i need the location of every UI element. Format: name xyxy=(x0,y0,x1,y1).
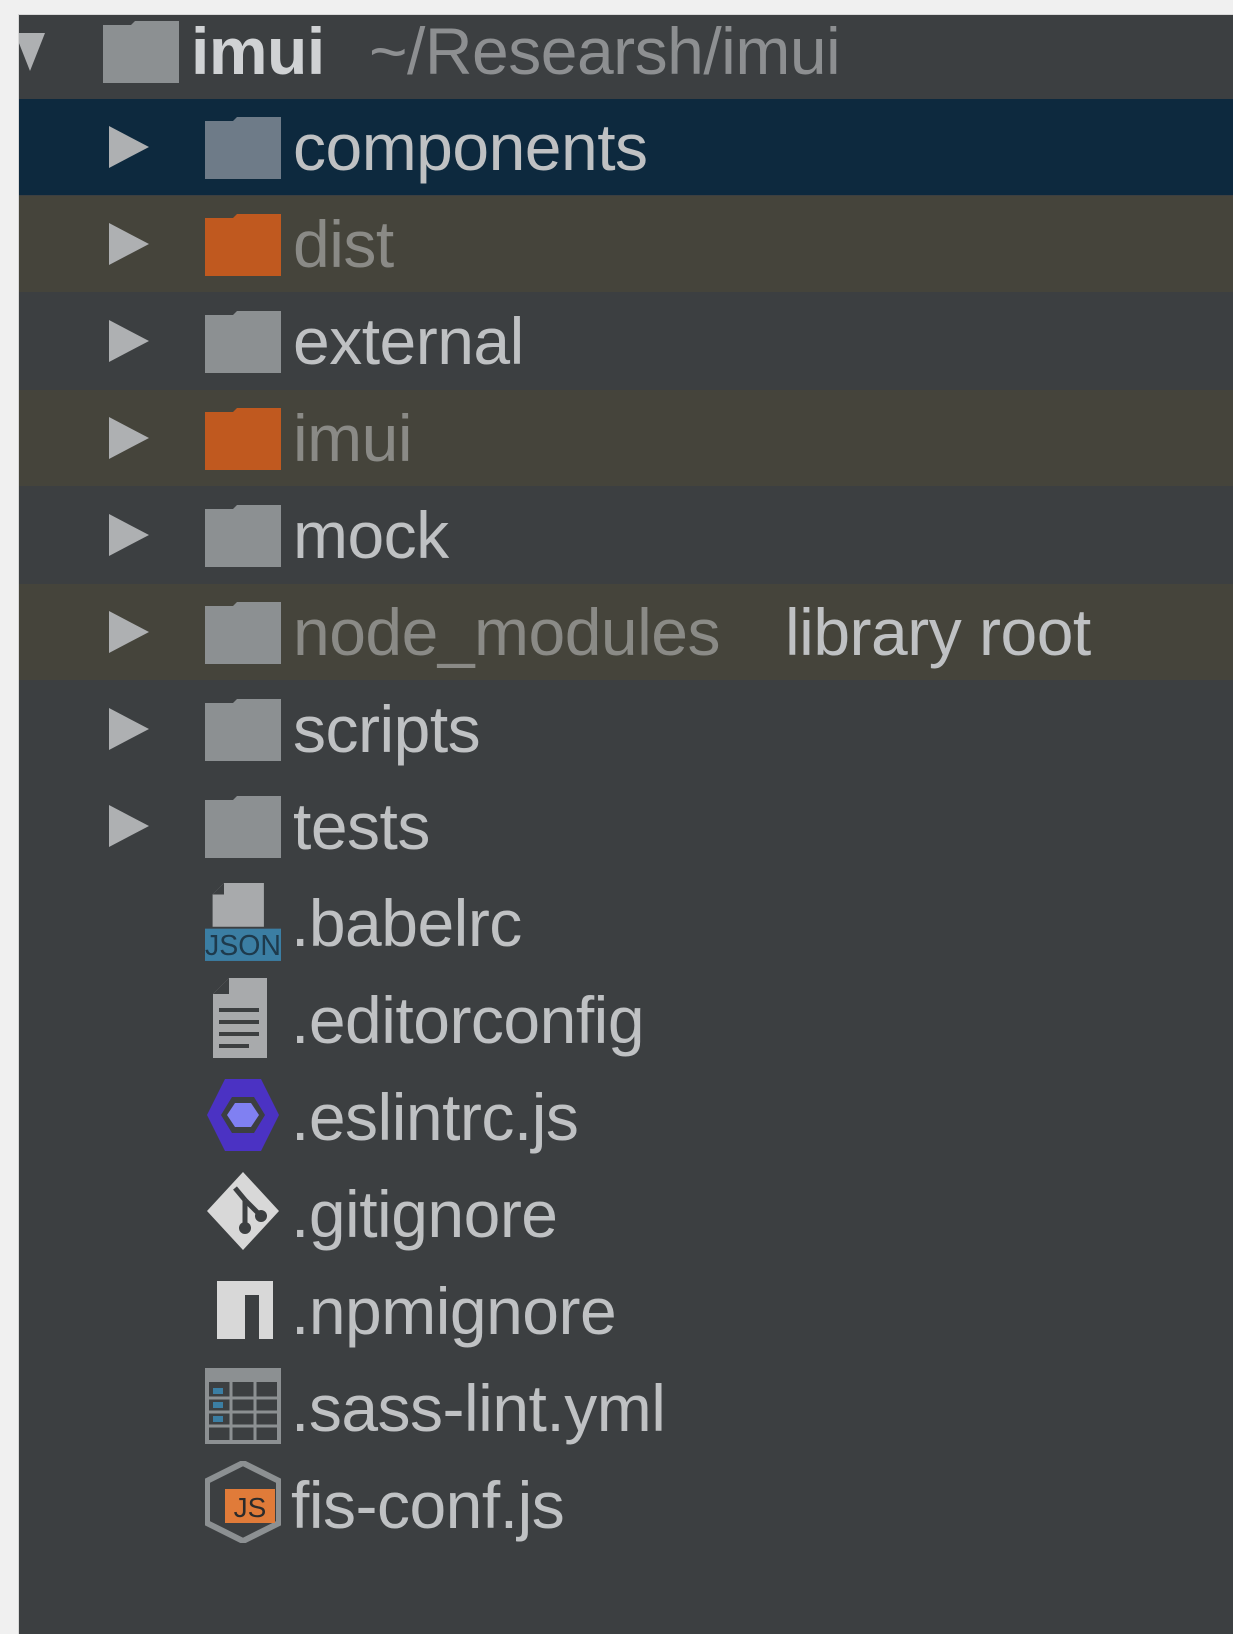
folder-icon xyxy=(205,214,281,276)
tree-row-tests[interactable]: tests xyxy=(19,778,1233,874)
file-name: .babelrc xyxy=(291,886,522,960)
folder-icon xyxy=(205,505,281,567)
tree-row-mock[interactable]: mock xyxy=(19,487,1233,583)
folder-name: external xyxy=(293,304,524,378)
expand-arrow-icon[interactable] xyxy=(109,320,149,362)
tree-row-scripts[interactable]: scripts xyxy=(19,681,1233,777)
tree-row-file[interactable]: .sass-lint.yml xyxy=(19,1360,1233,1456)
tree-row-file[interactable]: JS fis-conf.js xyxy=(19,1457,1233,1553)
library-root-note: library root xyxy=(785,595,1091,669)
folder-icon xyxy=(205,602,281,664)
tree-row-node-modules[interactable]: node_modules library root xyxy=(19,584,1233,680)
root-folder-path: ~/Researsh/imui xyxy=(369,14,841,88)
folder-name: node_modules xyxy=(293,595,721,669)
text-file-icon xyxy=(213,978,267,1058)
folder-name: scripts xyxy=(293,692,481,766)
folder-icon xyxy=(205,117,281,179)
root-folder-name: imui xyxy=(191,14,325,88)
project-tree-panel: imui ~/Researsh/imui components dist exter… xyxy=(18,14,1233,1634)
expand-arrow-icon[interactable] xyxy=(109,611,149,653)
svg-text:JS: JS xyxy=(234,1492,267,1523)
tree-row-file[interactable]: .eslintrc.js xyxy=(19,1069,1233,1165)
tree-row-root[interactable]: imui ~/Researsh/imui xyxy=(19,14,1233,99)
tree-row-file[interactable]: JSON .babelrc xyxy=(19,875,1233,971)
file-name: .editorconfig xyxy=(291,983,645,1057)
npm-icon xyxy=(217,1281,273,1339)
folder-name: mock xyxy=(293,498,449,572)
file-name: .gitignore xyxy=(291,1177,558,1251)
tree-row-file[interactable]: .npmignore xyxy=(19,1263,1233,1359)
json-file-icon: JSON xyxy=(205,883,281,962)
file-name: fis-conf.js xyxy=(291,1468,565,1542)
file-name: .eslintrc.js xyxy=(291,1080,579,1154)
tree-row-external[interactable]: external xyxy=(19,293,1233,389)
expand-arrow-icon[interactable] xyxy=(109,805,149,847)
eslint-icon xyxy=(207,1079,279,1151)
folder-icon xyxy=(205,699,281,761)
folder-name: components xyxy=(293,110,648,184)
folder-name: dist xyxy=(293,207,394,281)
tree-row-file[interactable]: .gitignore xyxy=(19,1166,1233,1262)
folder-icon xyxy=(103,21,179,83)
folder-name: tests xyxy=(293,789,430,863)
svg-text:JSON: JSON xyxy=(205,930,281,962)
expand-arrow-icon[interactable] xyxy=(109,417,149,459)
expand-arrow-icon[interactable] xyxy=(19,33,45,71)
tree-row-file[interactable]: .editorconfig xyxy=(19,972,1233,1068)
expand-arrow-icon[interactable] xyxy=(109,514,149,556)
tree-row-imui[interactable]: imui xyxy=(19,390,1233,486)
folder-icon xyxy=(205,311,281,373)
yaml-file-icon xyxy=(205,1368,281,1444)
tree-row-components[interactable]: components xyxy=(19,99,1233,195)
folder-name: imui xyxy=(293,401,413,475)
expand-arrow-icon[interactable] xyxy=(109,126,149,168)
folder-icon xyxy=(205,796,281,858)
file-name: .sass-lint.yml xyxy=(291,1371,666,1445)
expand-arrow-icon[interactable] xyxy=(109,708,149,750)
file-name: .npmignore xyxy=(291,1274,617,1348)
fis-js-icon: JS xyxy=(205,1461,281,1543)
tree-row-dist[interactable]: dist xyxy=(19,196,1233,292)
git-icon xyxy=(207,1172,279,1250)
expand-arrow-icon[interactable] xyxy=(109,223,149,265)
folder-icon xyxy=(205,408,281,470)
